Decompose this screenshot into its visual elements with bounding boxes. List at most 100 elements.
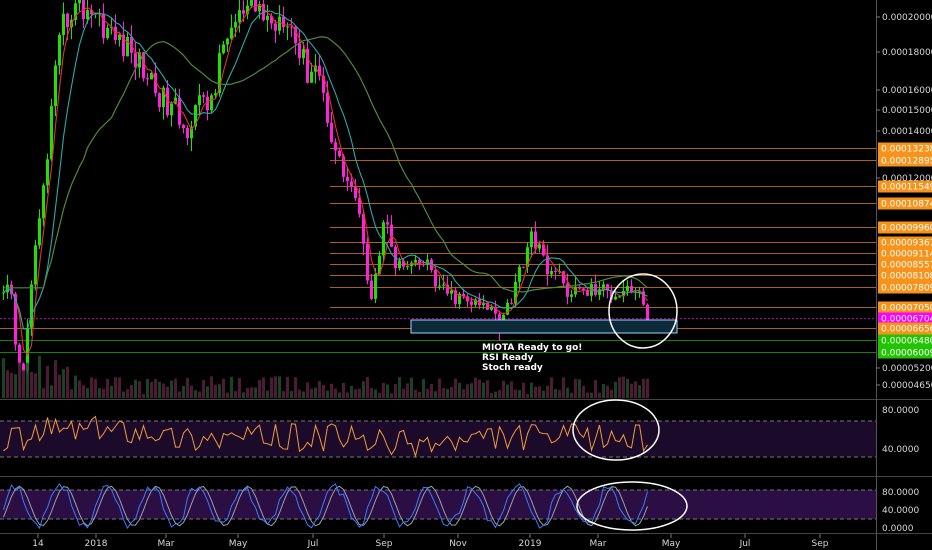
volume-bar <box>118 377 121 398</box>
volume-bar <box>634 381 637 398</box>
volume-bar <box>26 362 29 398</box>
price-level-label: 0.00009114 <box>881 250 932 260</box>
volume-bar <box>622 376 625 398</box>
chart-canvas[interactable]: 0.00013238 0.00012895 0.00011549 0.00010874… <box>0 0 932 550</box>
volume-bar <box>594 379 597 398</box>
volume-bar <box>646 378 649 398</box>
volume-bar <box>18 362 21 398</box>
candle-body <box>422 263 425 265</box>
volume-bar <box>598 392 601 398</box>
volume-bar <box>266 390 269 398</box>
volume-bar <box>642 378 645 398</box>
support-zone-box <box>410 319 678 334</box>
volume-bar <box>438 378 441 398</box>
volume-bar <box>574 378 577 398</box>
volume-bar <box>302 391 305 398</box>
volume-bar <box>78 380 81 398</box>
price-level-label: 0.00009960 <box>881 224 932 234</box>
annotation-text: RSI Ready <box>482 353 533 363</box>
volume-bar <box>34 373 37 398</box>
volume-bar <box>110 385 113 398</box>
volume-bar <box>278 376 281 398</box>
candle-body <box>554 271 557 273</box>
x-tick-label: 2018 <box>85 539 108 549</box>
volume-bar <box>362 381 365 398</box>
y-tick-label: 0.00005200 <box>882 364 932 374</box>
volume-bar <box>166 386 169 398</box>
volume-bar <box>150 381 153 398</box>
volume-bar <box>82 385 85 398</box>
candle-body <box>274 23 277 31</box>
volume-bar <box>190 385 193 398</box>
volume-bar <box>154 379 157 398</box>
volume-bar <box>386 384 389 398</box>
volume-bar <box>446 389 449 398</box>
volume-bar <box>282 391 285 398</box>
volume-bar <box>246 388 249 398</box>
candle-body <box>38 218 41 246</box>
volume-bar <box>6 370 9 398</box>
volume-bar <box>2 358 5 398</box>
price-level-label: 0.00006480 <box>881 337 932 347</box>
volume-bar <box>10 372 13 398</box>
candle-body <box>578 287 581 289</box>
candle-body <box>78 0 81 4</box>
candle-body <box>238 10 241 23</box>
volume-bar <box>178 391 181 398</box>
rsi-tick-label: 40.0000 <box>882 445 919 455</box>
candle-body <box>46 159 49 186</box>
rsi-band <box>0 421 876 457</box>
candle-body <box>334 142 337 151</box>
volume-bar <box>494 391 497 398</box>
candle-body <box>350 181 353 187</box>
candle-body <box>146 78 149 80</box>
volume-bar <box>86 388 89 398</box>
chart-screenshot: 0.00013238 0.00012895 0.00011549 0.00010874… <box>0 0 932 550</box>
candle-body <box>470 301 473 305</box>
candle-body <box>530 231 533 248</box>
candle-body <box>54 65 57 107</box>
candle-body <box>222 44 225 54</box>
volume-bar <box>522 382 525 398</box>
volume-bar <box>198 391 201 398</box>
x-tick-label: 14 <box>32 539 44 549</box>
volume-bar <box>534 386 537 398</box>
volume-bar <box>350 385 353 398</box>
volume-bar <box>510 381 513 398</box>
volume-bar <box>418 391 421 398</box>
volume-bar <box>630 383 633 398</box>
volume-bar <box>486 380 489 398</box>
volume-bar <box>106 378 109 398</box>
candle-body <box>614 296 617 300</box>
volume-bar <box>430 383 433 398</box>
volume-bar <box>158 381 161 398</box>
volume-bar <box>406 383 409 398</box>
volume-bar <box>234 391 237 398</box>
candle-body <box>58 34 61 66</box>
candle-body <box>86 10 89 20</box>
candle-body <box>242 10 245 14</box>
volume-bar <box>62 369 65 398</box>
volume-bar <box>602 383 605 398</box>
volume-bar <box>474 377 477 398</box>
volume-bar <box>66 366 69 398</box>
volume-bar <box>306 382 309 398</box>
volume-bar <box>482 382 485 398</box>
volume-bar <box>230 376 233 398</box>
candle-body <box>66 13 69 27</box>
volume-bar <box>226 392 229 398</box>
volume-bar <box>358 388 361 398</box>
candle-body <box>386 222 389 225</box>
annotation-text: Stoch ready <box>482 363 543 373</box>
candle-body <box>302 49 305 58</box>
price-level-label: 0.00008557 <box>881 261 932 271</box>
volume-bar <box>250 387 253 398</box>
volume-bar <box>58 374 61 398</box>
candle-body <box>230 27 233 39</box>
y-tick-label: 0.00018000 <box>882 48 932 58</box>
volume-bar <box>130 384 133 398</box>
volume-bar <box>38 355 41 398</box>
x-tick-label: Sep <box>812 539 829 549</box>
volume-bar <box>426 388 429 398</box>
volume-bar <box>434 391 437 398</box>
